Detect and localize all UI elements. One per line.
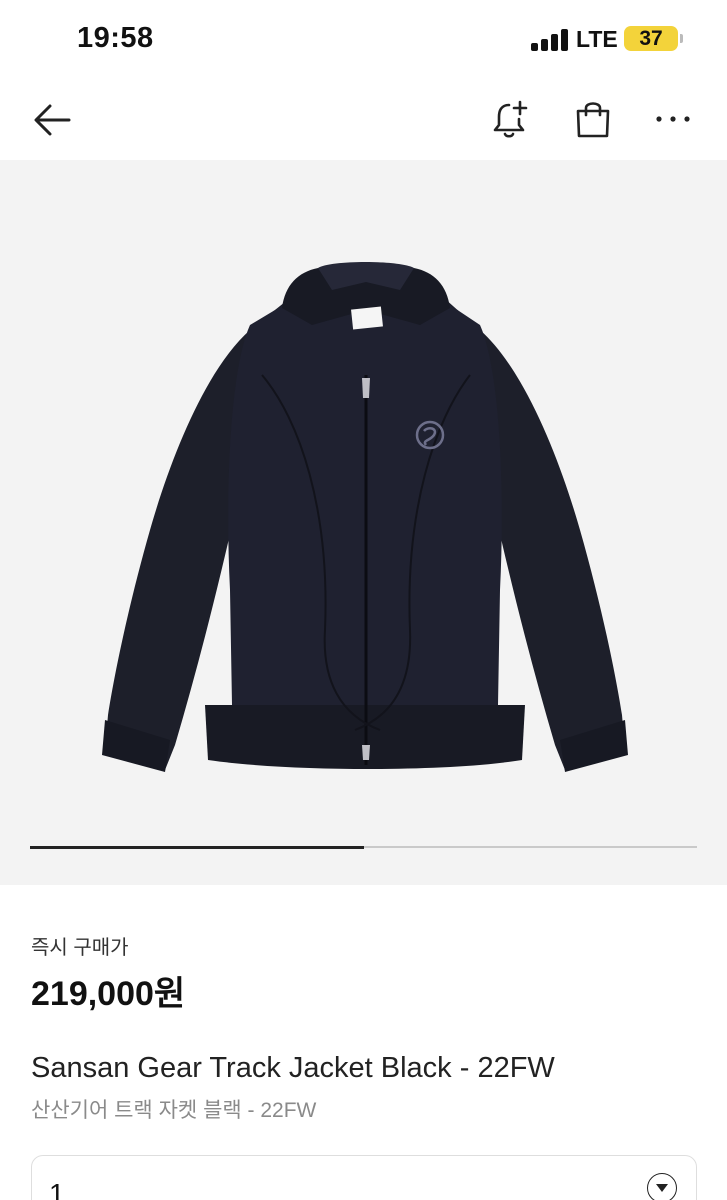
image-progress-bar bbox=[30, 845, 697, 849]
bell-plus-icon[interactable] bbox=[488, 96, 534, 142]
status-bar: 19:58 LTE 37 bbox=[0, 0, 727, 78]
price-label: 즉시 구매가 bbox=[31, 937, 129, 959]
battery-icon: 37 bbox=[624, 26, 678, 51]
image-progress-fill bbox=[30, 845, 364, 849]
status-time: 19:58 bbox=[77, 22, 154, 54]
back-arrow-icon[interactable] bbox=[28, 96, 76, 144]
product-subtitle: 산산기어 트랙 자켓 블랙 - 22FW bbox=[31, 1099, 317, 1122]
price-value: 219,000원 bbox=[31, 975, 186, 1013]
network-label: LTE bbox=[576, 26, 618, 52]
battery-cap bbox=[680, 34, 683, 43]
size-value: 1 bbox=[49, 1178, 65, 1200]
nav-bar bbox=[0, 78, 727, 160]
shopping-bag-icon[interactable] bbox=[570, 96, 616, 142]
size-select[interactable]: 1 bbox=[31, 1155, 697, 1200]
jacket-image bbox=[102, 262, 628, 772]
more-icon[interactable] bbox=[650, 96, 696, 142]
product-image[interactable] bbox=[0, 160, 727, 885]
chevron-down-icon[interactable] bbox=[647, 1173, 677, 1200]
signal-icon bbox=[531, 29, 569, 51]
product-title: Sansan Gear Track Jacket Black - 22FW bbox=[31, 1052, 555, 1084]
